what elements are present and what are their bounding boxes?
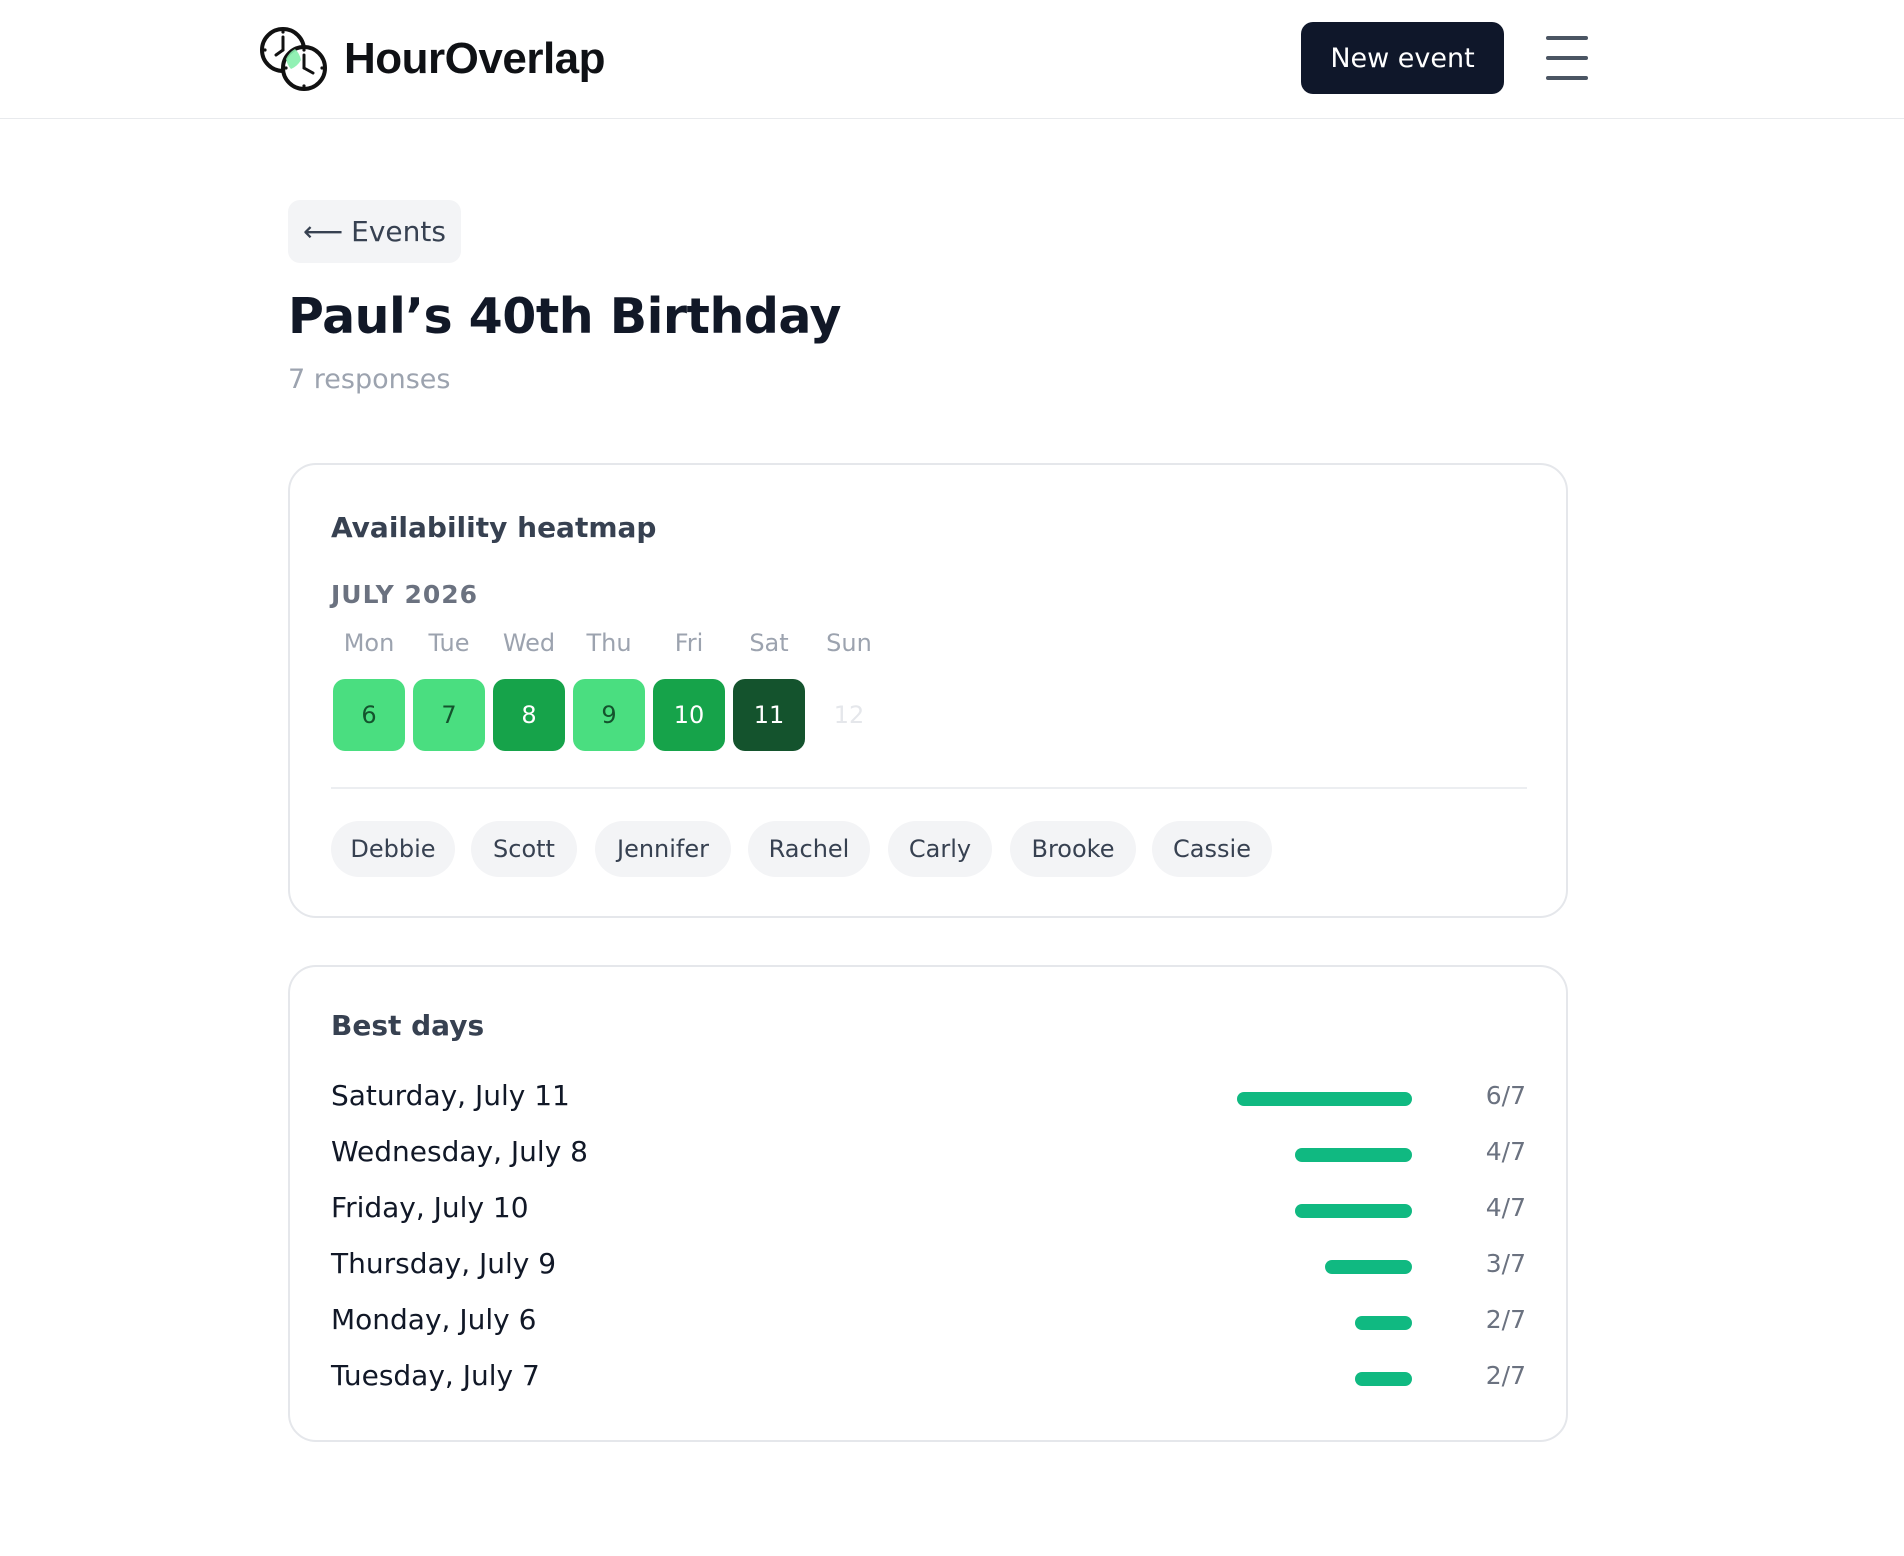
participant-chip-scott[interactable]: Scott bbox=[471, 821, 577, 877]
heatmap-title: Availability heatmap bbox=[331, 511, 657, 544]
best-day-score-6: 2/7 bbox=[1485, 1361, 1526, 1390]
top-navigation-bar: HourOverlap New event bbox=[0, 0, 1904, 119]
day-cell-9[interactable]: 9 bbox=[573, 679, 645, 751]
brand[interactable]: HourOverlap bbox=[256, 24, 606, 94]
participant-chip-cassie[interactable]: Cassie bbox=[1152, 821, 1272, 877]
new-event-button[interactable]: New event bbox=[1301, 22, 1504, 94]
best-day-score-1: 6/7 bbox=[1485, 1081, 1526, 1110]
best-day-bar-3 bbox=[1295, 1204, 1412, 1218]
day-cell-12: 12 bbox=[833, 701, 865, 729]
best-day-bar-6 bbox=[1355, 1372, 1412, 1386]
response-count: 7 responses bbox=[288, 364, 451, 395]
participant-chip-brooke[interactable]: Brooke bbox=[1010, 821, 1136, 877]
best-day-label-3: Friday, July 10 bbox=[331, 1191, 529, 1224]
best-days-card: Best days Saturday, July 11 6/7 Wednesda… bbox=[288, 965, 1568, 1442]
best-day-score-3: 4/7 bbox=[1485, 1193, 1526, 1222]
weekday-thu: Thu bbox=[586, 629, 632, 657]
weekday-wed: Wed bbox=[502, 629, 556, 657]
day-cell-8[interactable]: 8 bbox=[493, 679, 565, 751]
best-day-bar-1 bbox=[1237, 1092, 1412, 1106]
best-days-title: Best days bbox=[331, 1009, 485, 1042]
participant-chip-carly[interactable]: Carly bbox=[888, 821, 992, 877]
best-day-score-5: 2/7 bbox=[1485, 1305, 1526, 1334]
best-day-label-4: Thursday, July 9 bbox=[331, 1247, 557, 1280]
participant-chip-rachel[interactable]: Rachel bbox=[748, 821, 870, 877]
best-day-score-4: 3/7 bbox=[1485, 1249, 1526, 1278]
best-day-label-2: Wednesday, July 8 bbox=[331, 1135, 588, 1168]
hamburger-menu-icon[interactable] bbox=[1546, 36, 1588, 80]
best-day-bar-2 bbox=[1295, 1148, 1412, 1162]
best-day-bar-4 bbox=[1325, 1260, 1412, 1274]
weekday-fri: Fri bbox=[674, 629, 704, 657]
back-button-label: Events bbox=[351, 215, 446, 248]
day-cell-10[interactable]: 10 bbox=[653, 679, 725, 751]
day-cell-6[interactable]: 6 bbox=[333, 679, 405, 751]
page-title: Paul’s 40th Birthday bbox=[288, 288, 841, 345]
availability-heatmap-card: Availability heatmap JULY 2026 Mon Tue W… bbox=[288, 463, 1568, 918]
divider bbox=[331, 787, 1527, 789]
best-day-score-2: 4/7 bbox=[1485, 1137, 1526, 1166]
best-day-label-6: Tuesday, July 7 bbox=[331, 1359, 540, 1392]
participant-chip-debbie[interactable]: Debbie bbox=[331, 821, 455, 877]
weekday-tue: Tue bbox=[428, 629, 470, 657]
overlapping-clocks-icon bbox=[260, 27, 327, 91]
back-to-events-button[interactable]: ⟵ Events bbox=[288, 200, 461, 263]
weekday-sun: Sun bbox=[826, 629, 872, 657]
brand-name: HourOverlap bbox=[344, 34, 606, 83]
month-label: JULY 2026 bbox=[331, 580, 479, 609]
best-day-label-5: Monday, July 6 bbox=[331, 1303, 537, 1336]
participant-chip-jennifer[interactable]: Jennifer bbox=[595, 821, 731, 877]
best-day-label-1: Saturday, July 11 bbox=[331, 1079, 570, 1112]
weekday-mon: Mon bbox=[343, 629, 395, 657]
day-cell-7[interactable]: 7 bbox=[413, 679, 485, 751]
weekday-sat: Sat bbox=[749, 629, 789, 657]
day-cell-11[interactable]: 11 bbox=[733, 679, 805, 751]
best-day-bar-5 bbox=[1355, 1316, 1412, 1330]
arrow-left-icon: ⟵ bbox=[303, 215, 344, 248]
